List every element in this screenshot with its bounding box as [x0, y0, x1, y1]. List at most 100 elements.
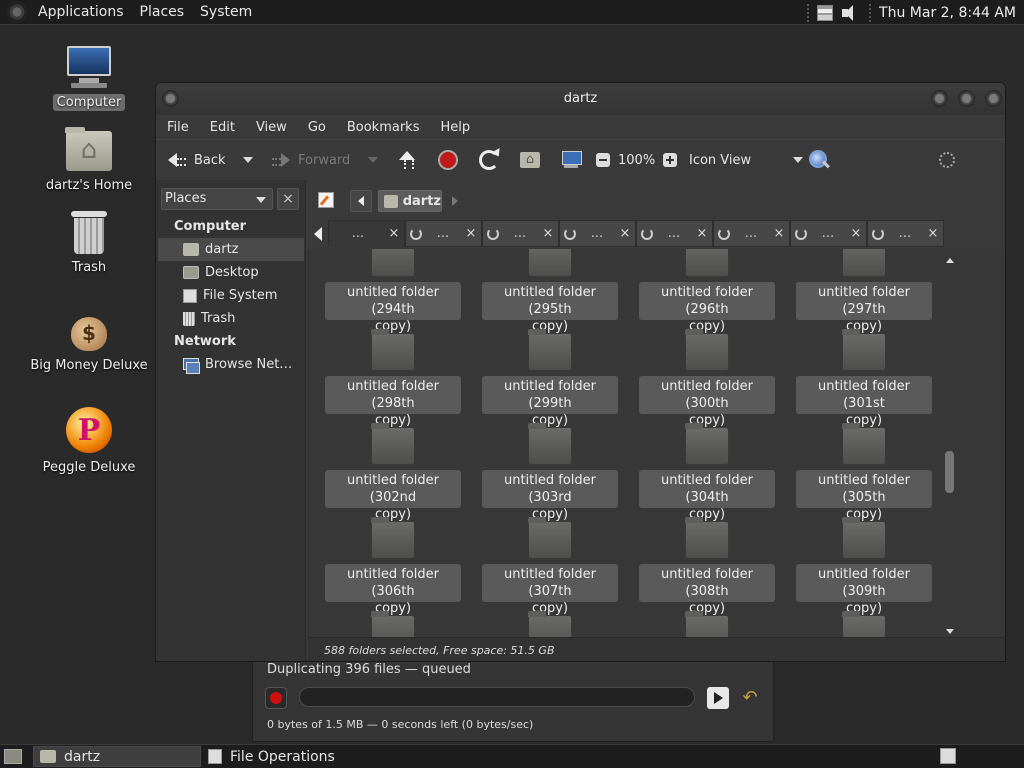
system-menu[interactable]: System — [192, 4, 260, 20]
task-file-operations[interactable]: File Operations — [202, 746, 402, 767]
folder-item[interactable]: untitled folder (297th copy) — [794, 249, 934, 334]
tab-close-icon[interactable]: × — [464, 226, 478, 241]
window-titlebar[interactable]: dartz — [156, 83, 1005, 115]
home-button[interactable] — [520, 140, 540, 180]
stop-button[interactable] — [438, 140, 458, 180]
gnome-foot-icon[interactable] — [6, 1, 28, 23]
forward-history-button[interactable] — [368, 140, 378, 180]
folder-item[interactable]: untitled folder (303rd copy) — [480, 423, 620, 522]
folder-item[interactable]: untitled folder (294th copy) — [323, 249, 463, 334]
workspace-switcher-icon[interactable] — [940, 748, 956, 764]
task-dartz[interactable]: dartz — [33, 746, 201, 767]
show-desktop-icon[interactable] — [4, 749, 22, 764]
tab-scroll-left-icon[interactable] — [312, 225, 326, 243]
sidebar-item-file-system[interactable]: File System — [158, 284, 304, 307]
folder-item[interactable]: untitled folder (304th copy) — [637, 423, 777, 522]
undo-icon[interactable]: ↶ — [739, 687, 761, 709]
folder-item-partial[interactable] — [480, 611, 620, 637]
zoom-out-button[interactable] — [596, 140, 610, 180]
zoom-level[interactable]: 100% — [618, 140, 655, 180]
tab-7[interactable]: ... × — [790, 220, 867, 247]
close-side-pane-button[interactable]: × — [277, 188, 299, 210]
volume-icon[interactable] — [841, 4, 861, 22]
desktop-icon-computer[interactable]: Computer — [24, 46, 154, 111]
tab-1[interactable]: ... × — [328, 220, 405, 247]
side-pane-type-select[interactable]: Places — [161, 188, 273, 210]
folder-item[interactable]: untitled folder (295th copy) — [480, 249, 620, 334]
folder-item[interactable]: untitled folder (305th copy) — [794, 423, 934, 522]
folder-item[interactable]: untitled folder (299th copy) — [480, 329, 620, 428]
reload-button[interactable] — [479, 140, 499, 180]
folder-item[interactable]: untitled folder (302nd copy) — [323, 423, 463, 522]
tab-close-icon[interactable]: × — [695, 226, 709, 241]
tab-4[interactable]: ... × — [559, 220, 636, 247]
computer-button[interactable] — [561, 140, 582, 180]
tab-close-icon[interactable]: × — [618, 226, 632, 241]
up-button[interactable] — [396, 140, 418, 180]
menu-help[interactable]: Help — [433, 120, 473, 135]
folder-item[interactable]: untitled folder (308th copy) — [637, 517, 777, 616]
close-button[interactable] — [985, 90, 1002, 107]
sidebar-item-desktop[interactable]: Desktop — [158, 261, 304, 284]
folder-item-partial[interactable] — [794, 611, 934, 637]
scroll-up-icon[interactable] — [946, 258, 954, 263]
folder-item[interactable]: untitled folder (298th copy) — [323, 329, 463, 428]
tab-6[interactable]: ... × — [713, 220, 790, 247]
folder-item-partial[interactable] — [323, 611, 463, 637]
tab-2[interactable]: ... × — [405, 220, 482, 247]
zoom-label: 100% — [618, 152, 656, 168]
tab-close-icon[interactable]: × — [926, 226, 940, 241]
tab-5[interactable]: ... × — [636, 220, 713, 247]
forward-button[interactable]: Forward — [270, 140, 350, 180]
back-history-button[interactable] — [243, 140, 253, 180]
breadcrumb-right-button[interactable] — [446, 190, 464, 212]
stop-operation-button[interactable] — [265, 687, 287, 709]
zoom-in-button[interactable] — [663, 140, 677, 180]
notes-applet-icon[interactable] — [817, 4, 834, 21]
tab-close-icon[interactable]: × — [849, 226, 863, 241]
tab-8[interactable]: ... × — [867, 220, 944, 247]
folder-item-partial[interactable] — [637, 611, 777, 637]
resume-button[interactable] — [707, 687, 729, 709]
places-menu[interactable]: Places — [132, 4, 193, 20]
menu-view[interactable]: View — [249, 120, 290, 135]
desktop-icon-home[interactable]: dartz's Home — [24, 127, 154, 194]
search-button[interactable] — [808, 140, 830, 180]
tab-close-icon[interactable]: × — [541, 226, 555, 241]
folder-item[interactable]: untitled folder (300th copy) — [637, 329, 777, 428]
desktop-icon-big-money[interactable]: Big Money Deluxe — [24, 309, 154, 374]
menu-bookmarks[interactable]: Bookmarks — [340, 120, 423, 135]
clock[interactable]: Thu Mar 2, 8:44 AM — [879, 5, 1016, 21]
tab-3[interactable]: ... × — [482, 220, 559, 247]
folder-item[interactable]: untitled folder (306th copy) — [323, 517, 463, 616]
back-button[interactable]: Back — [166, 140, 226, 180]
tab-close-icon[interactable]: × — [387, 226, 401, 241]
sidebar-item-dartz[interactable]: dartz — [158, 238, 304, 261]
edit-location-icon[interactable] — [318, 192, 334, 208]
breadcrumb-left-button[interactable] — [350, 190, 372, 212]
maximize-button[interactable] — [958, 90, 975, 107]
folder-item[interactable]: untitled folder (296th copy) — [637, 249, 777, 334]
desktop-icon-trash[interactable]: Trash — [24, 211, 154, 276]
window-menu-button[interactable] — [162, 90, 179, 107]
minimize-button[interactable] — [931, 90, 948, 107]
icon-view[interactable]: untitled folder (294th copy) untitled fold… — [308, 249, 1005, 637]
stop-icon — [438, 150, 458, 170]
breadcrumb-dartz[interactable]: dartz — [378, 190, 442, 212]
folder-item[interactable]: untitled folder (309th copy) — [794, 517, 934, 616]
tab-close-icon[interactable]: × — [772, 226, 786, 241]
scroll-down-icon[interactable] — [946, 629, 954, 634]
sidebar-item-browse-network[interactable]: Browse Net… — [158, 353, 304, 376]
menu-go[interactable]: Go — [301, 120, 329, 135]
applications-menu[interactable]: Applications — [30, 4, 132, 20]
sidebar-item-trash[interactable]: Trash — [158, 307, 304, 330]
desktop-icon-peggle[interactable]: Peggle Deluxe — [24, 407, 154, 476]
menu-edit[interactable]: Edit — [203, 120, 238, 135]
folder-item[interactable]: untitled folder (307th copy) — [480, 517, 620, 616]
folder-item[interactable]: untitled folder (301st copy) — [794, 329, 934, 428]
home-icon — [520, 152, 540, 168]
menu-file[interactable]: File — [160, 120, 192, 135]
vertical-scrollbar[interactable] — [943, 258, 957, 638]
scrollbar-thumb[interactable] — [945, 451, 954, 493]
view-mode-select[interactable]: Icon View — [689, 140, 804, 180]
